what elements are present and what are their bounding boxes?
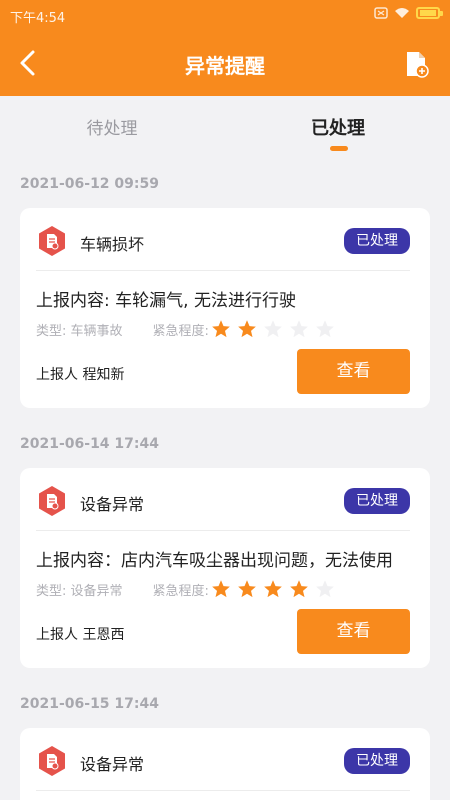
- record-category: 设备异常: [80, 495, 145, 514]
- tab-processed[interactable]: 已处理: [278, 114, 398, 140]
- star-filled-icon: [238, 320, 256, 338]
- report-content: 上报内容: 车轮漏气, 无法进行行驶: [36, 291, 296, 311]
- status-time: 下午4:54: [10, 11, 66, 26]
- urgency-label: 紧急程度:: [152, 583, 209, 599]
- urgency-label: 紧急程度:: [152, 323, 209, 339]
- record-card[interactable]: 车辆损坏 已处理 上报内容: 车轮漏气, 无法进行行驶 类型: 车辆事故 紧急程…: [20, 208, 430, 408]
- card-header: 设备异常 已处理: [20, 468, 430, 530]
- record-type: 类型: 车辆事故: [36, 323, 123, 339]
- battery-icon: [416, 7, 443, 19]
- status-bar: 下午4:54: [0, 0, 450, 30]
- status-icons: [374, 7, 443, 19]
- divider: [36, 270, 410, 271]
- star-filled-icon: [212, 320, 230, 338]
- star-filled-icon: [212, 580, 230, 598]
- report-document-icon[interactable]: [404, 50, 430, 78]
- document-alert-icon: [36, 485, 68, 517]
- record-date: 2021-06-14 17:44: [20, 436, 159, 452]
- reporter-name: 上报人 程知新: [36, 367, 125, 383]
- record-card[interactable]: 设备异常 已处理: [20, 728, 430, 800]
- report-content: 上报内容：店内汽车吸尘器出现问题，无法使用: [36, 551, 393, 571]
- view-button[interactable]: 查看: [297, 609, 410, 654]
- record-category: 车辆损坏: [80, 235, 145, 254]
- page-title: 异常提醒: [185, 54, 265, 78]
- star-empty-icon: [316, 320, 334, 338]
- document-alert-icon: [36, 745, 68, 777]
- star-filled-icon: [290, 580, 308, 598]
- record-meta: 类型: 车辆事故 紧急程度:: [36, 319, 335, 339]
- star-empty-icon: [316, 580, 334, 598]
- status-tabs: 待处理 已处理: [0, 96, 450, 160]
- status-badge: 已处理: [344, 748, 410, 774]
- divider: [36, 790, 410, 791]
- tab-pending[interactable]: 待处理: [52, 114, 172, 139]
- status-badge: 已处理: [344, 228, 410, 254]
- star-filled-icon: [264, 580, 282, 598]
- star-filled-icon: [238, 580, 256, 598]
- record-date: 2021-06-15 17:44: [20, 696, 159, 712]
- record-meta: 类型: 设备异常 紧急程度:: [36, 579, 335, 599]
- urgency-stars: [211, 319, 335, 339]
- urgency-stars: [211, 579, 335, 599]
- card-header: 车辆损坏 已处理: [20, 208, 430, 270]
- divider: [36, 530, 410, 531]
- reporter-name: 上报人 王恩西: [36, 627, 125, 643]
- navigation-bar: 异常提醒: [0, 30, 450, 96]
- star-empty-icon: [264, 320, 282, 338]
- status-badge: 已处理: [344, 488, 410, 514]
- record-card[interactable]: 设备异常 已处理 上报内容：店内汽车吸尘器出现问题，无法使用 类型: 设备异常 …: [20, 468, 430, 668]
- record-type: 类型: 设备异常: [36, 583, 123, 599]
- card-header: 设备异常 已处理: [20, 728, 430, 790]
- app-header: 下午4:54 异常提醒: [0, 0, 450, 96]
- record-category: 设备异常: [80, 755, 145, 774]
- document-alert-icon: [36, 225, 68, 257]
- wifi-icon: [394, 7, 410, 19]
- record-date: 2021-06-12 09:59: [20, 176, 159, 192]
- sim-icon: [374, 7, 388, 19]
- star-empty-icon: [290, 320, 308, 338]
- view-button[interactable]: 查看: [297, 349, 410, 394]
- active-tab-indicator: [330, 146, 348, 151]
